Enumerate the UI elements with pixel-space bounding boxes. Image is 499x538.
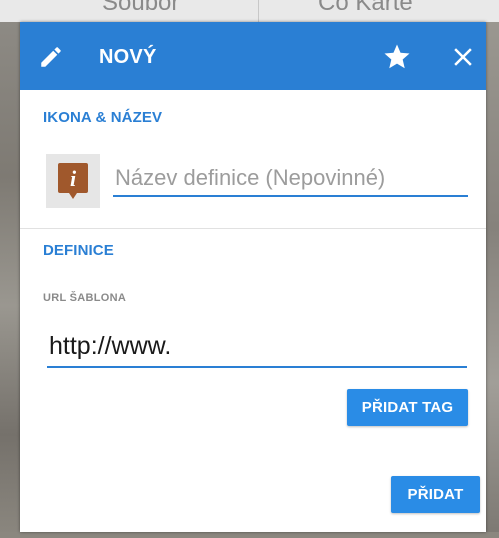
star-icon bbox=[384, 44, 410, 69]
pencil-icon bbox=[41, 47, 61, 67]
close-icon bbox=[454, 48, 472, 66]
favorite-button[interactable] bbox=[382, 42, 412, 72]
info-marker-glyph: i bbox=[70, 166, 77, 191]
background-map-right bbox=[486, 22, 499, 538]
dialog-header: NOVÝ bbox=[20, 22, 486, 90]
section-label-icon-and-name: IKONA & NÁZEV bbox=[43, 109, 163, 126]
add-tag-button[interactable]: PŘIDAT TAG bbox=[347, 389, 468, 426]
definition-name-input[interactable] bbox=[113, 161, 468, 197]
background-tab-divider bbox=[258, 0, 259, 22]
background-map-bottom bbox=[0, 532, 499, 538]
info-marker-icon: i bbox=[58, 163, 88, 199]
background-map-left bbox=[0, 22, 20, 538]
add-button[interactable]: PŘIDAT bbox=[391, 476, 480, 513]
background-tab-right: Co Karte bbox=[318, 0, 413, 16]
background-tab-left: Soubor bbox=[102, 0, 180, 16]
dialog-title: NOVÝ bbox=[99, 46, 157, 68]
background-tab-bar: Soubor Co Karte bbox=[0, 0, 499, 22]
section-label-definition: DEFINICE bbox=[43, 242, 114, 259]
section-divider bbox=[20, 228, 486, 229]
definition-icon-picker[interactable]: i bbox=[46, 154, 100, 208]
new-definition-dialog: NOVÝ IKONA & NÁZEV i DEFINICE URL ŠABLON… bbox=[20, 22, 486, 532]
url-template-input[interactable] bbox=[47, 326, 467, 368]
url-template-label: URL ŠABLONA bbox=[43, 292, 127, 304]
close-button[interactable] bbox=[448, 42, 478, 72]
